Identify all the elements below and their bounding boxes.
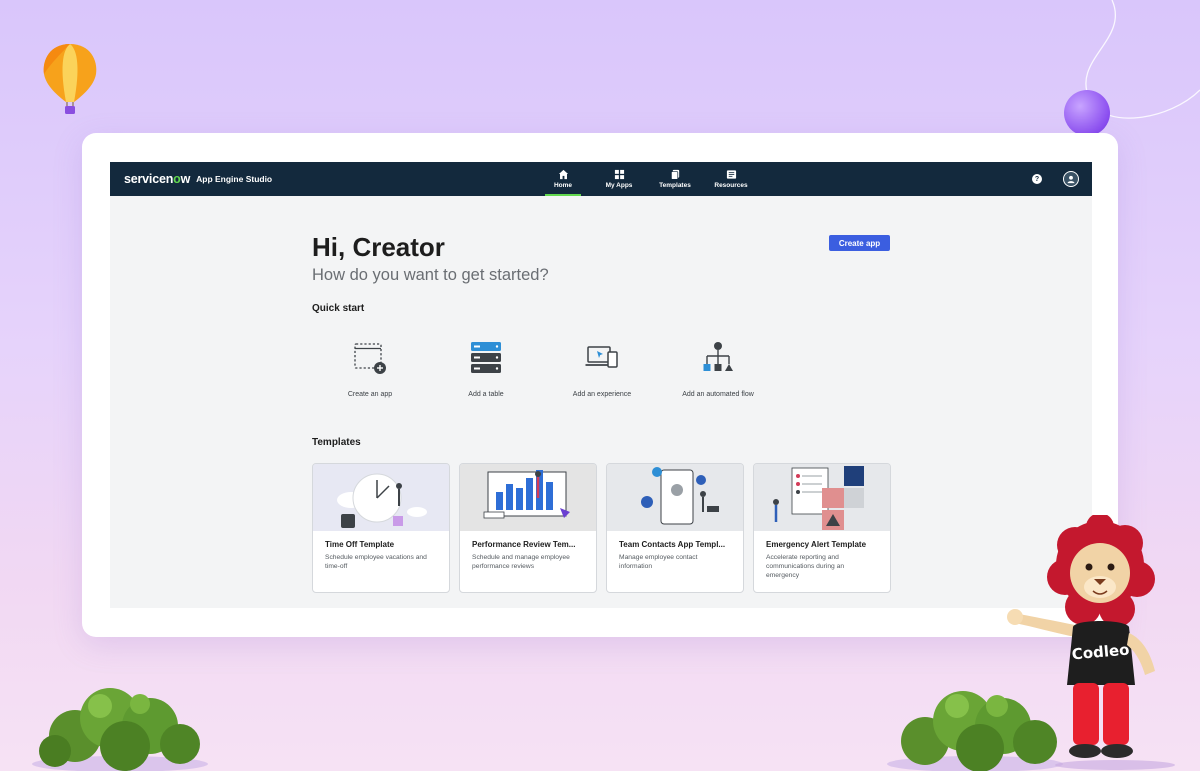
time-off-illustration xyxy=(313,464,449,531)
nav-my-apps-label: My Apps xyxy=(605,182,633,189)
template-card-time-off[interactable]: Time Off Template Schedule employee vaca… xyxy=(312,463,450,593)
template-title: Team Contacts App Templ... xyxy=(619,540,726,549)
bar-chart-illustration-icon xyxy=(460,464,596,531)
template-description: Schedule and manage employee performance… xyxy=(472,554,570,570)
home-icon xyxy=(558,169,568,180)
user-glyph-icon xyxy=(1067,175,1075,184)
nav-my-apps[interactable]: My Apps xyxy=(591,162,647,196)
user-avatar-icon[interactable] xyxy=(1063,171,1079,187)
nav-home[interactable]: Home xyxy=(535,162,591,196)
lion-mascot-illustration: Codleo xyxy=(1007,515,1175,770)
app-window: servicenow App Engine Studio Home My App… xyxy=(110,162,1092,608)
template-card-emergency-alert[interactable]: Emergency Alert Template Accelerate repo… xyxy=(753,463,891,593)
quick-start-add-experience[interactable]: Add an experience xyxy=(544,340,660,404)
quick-start-label: Create an app xyxy=(347,391,393,398)
product-name: App Engine Studio xyxy=(196,174,273,184)
template-title: Emergency Alert Template xyxy=(766,540,867,549)
help-icon[interactable]: ? xyxy=(1032,174,1042,184)
grid-icon xyxy=(614,169,624,180)
create-app-icon xyxy=(354,343,386,374)
table-icon xyxy=(471,342,501,373)
quick-start-list: Create an app Add a table Add an experie… xyxy=(312,340,792,410)
team-contacts-illustration xyxy=(607,464,743,531)
nav-templates[interactable]: Templates xyxy=(647,162,703,196)
templates-icon xyxy=(670,169,679,180)
nav-resources-label: Resources xyxy=(714,182,748,189)
template-card-performance-review[interactable]: Performance Review Tem... Schedule and m… xyxy=(459,463,597,593)
page-title: Hi, Creator xyxy=(312,232,445,262)
quick-start-label: Add an automated flow xyxy=(682,391,754,398)
template-description: Schedule employee vacations and time-off xyxy=(325,554,427,570)
nav-templates-label: Templates xyxy=(659,182,691,189)
flow-icon xyxy=(703,342,733,371)
main-nav: Home My Apps Templates Resources xyxy=(535,162,759,196)
emergency-alert-illustration xyxy=(754,464,890,531)
template-card-team-contacts[interactable]: Team Contacts App Templ... Manage employ… xyxy=(606,463,744,593)
alert-illustration-icon xyxy=(754,464,890,531)
decorative-planet xyxy=(1064,90,1110,136)
top-navigation-bar: servicenow App Engine Studio Home My App… xyxy=(110,162,1092,196)
quick-start-create-app[interactable]: Create an app xyxy=(312,340,428,404)
template-title: Time Off Template xyxy=(325,540,395,549)
create-app-button[interactable]: Create app xyxy=(829,235,890,251)
quick-start-add-flow[interactable]: Add an automated flow xyxy=(660,340,776,404)
templates-list: Time Off Template Schedule employee vaca… xyxy=(312,463,892,595)
templates-heading: Templates xyxy=(312,437,361,448)
page-subtitle: How do you want to get started? xyxy=(312,266,549,284)
quick-start-label: Add an experience xyxy=(572,391,632,398)
template-description: Accelerate reporting and communications … xyxy=(766,554,845,579)
experience-icon xyxy=(585,346,618,368)
contacts-illustration-icon xyxy=(607,464,743,531)
template-description: Manage employee contact information xyxy=(619,554,698,570)
quick-start-heading: Quick start xyxy=(312,303,365,314)
nav-home-label: Home xyxy=(553,182,573,189)
resources-icon xyxy=(726,170,736,179)
quick-start-add-table[interactable]: Add a table xyxy=(428,340,544,404)
servicenow-logo[interactable]: servicenow xyxy=(124,172,190,186)
clock-illustration-icon xyxy=(313,464,449,531)
template-title: Performance Review Tem... xyxy=(472,540,576,549)
bush-illustration-left xyxy=(32,688,208,771)
performance-review-illustration xyxy=(460,464,596,531)
nav-resources[interactable]: Resources xyxy=(703,162,759,196)
quick-start-label: Add a table xyxy=(468,391,504,398)
hot-air-balloon-illustration xyxy=(43,44,97,114)
